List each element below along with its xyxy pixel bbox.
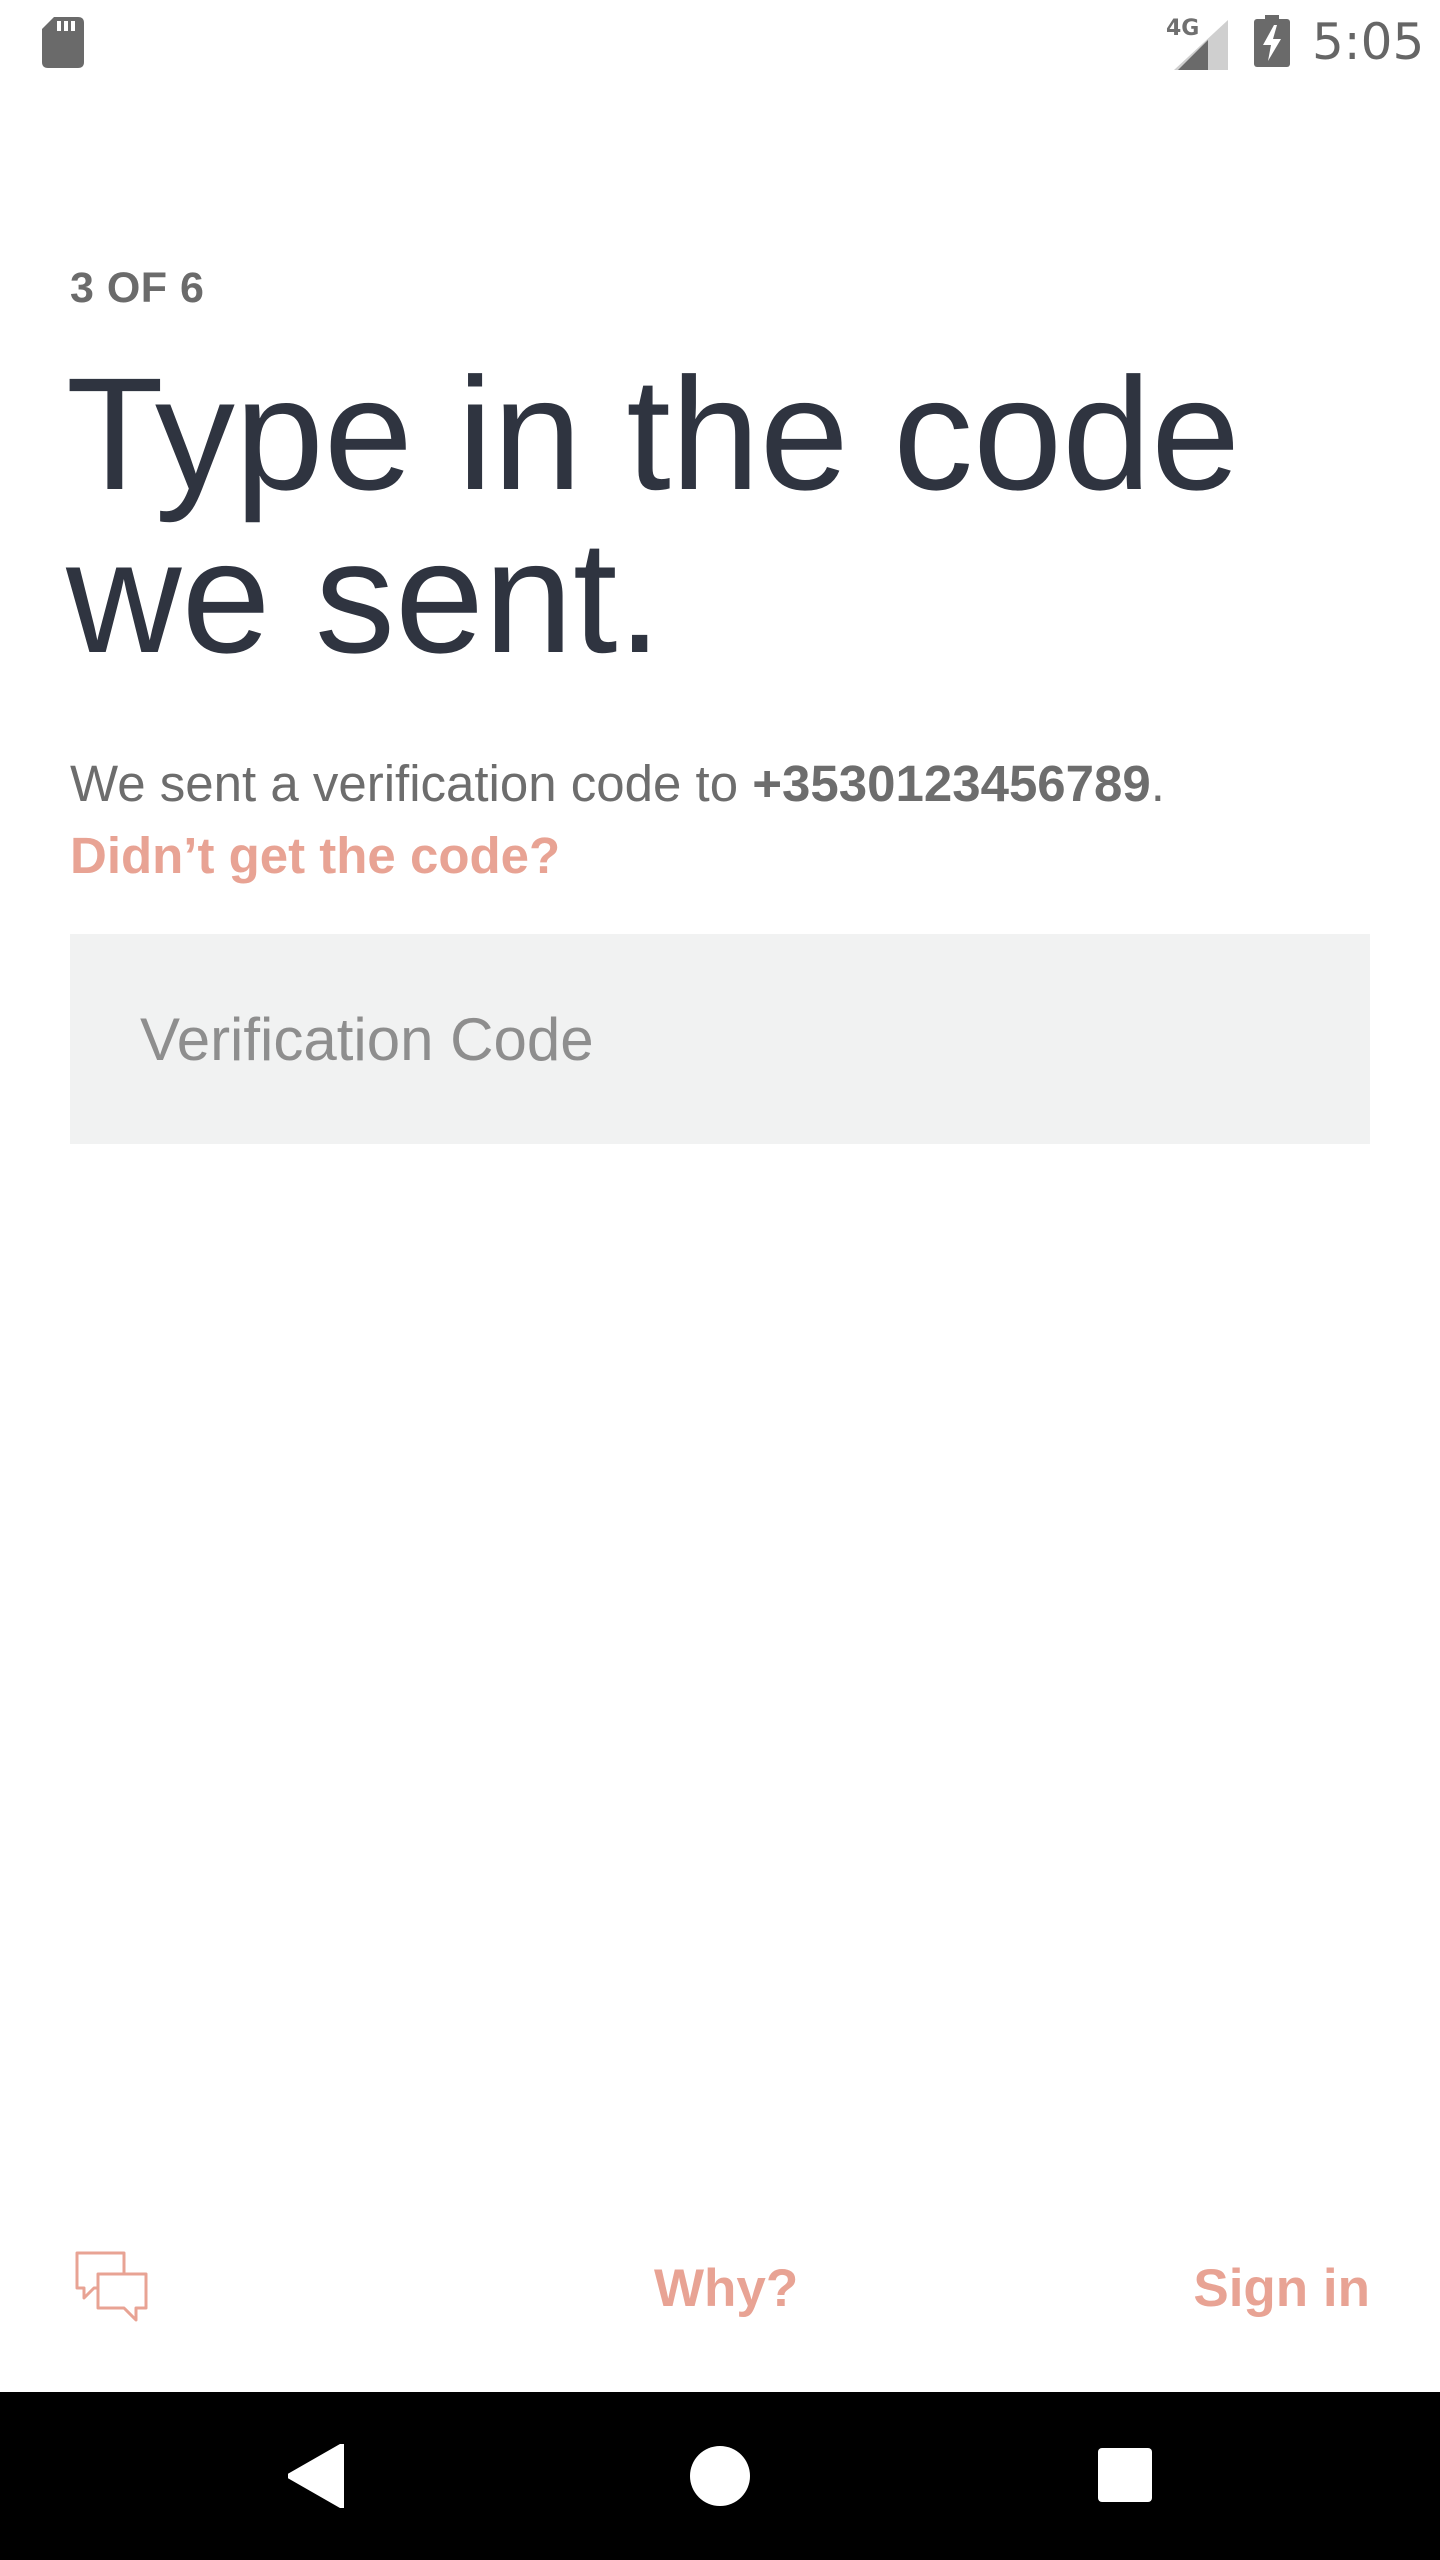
- verification-code-input[interactable]: [70, 934, 1370, 1144]
- status-bar: 4G 5:05: [0, 0, 1440, 84]
- sd-card-icon: [42, 17, 84, 68]
- home-icon[interactable]: [690, 2446, 750, 2506]
- status-clock: 5:05: [1312, 13, 1425, 71]
- battery-charging-icon: [1254, 15, 1290, 67]
- why-button[interactable]: Why?: [654, 2258, 798, 2319]
- sign-in-button[interactable]: Sign in: [1193, 2258, 1370, 2319]
- description-suffix: .: [1150, 755, 1165, 812]
- step-indicator: 3 OF 6: [70, 264, 205, 312]
- verification-description: We sent a verification code to +35301234…: [70, 754, 1165, 813]
- description-prefix: We sent a verification code to: [70, 755, 753, 812]
- resend-code-link[interactable]: Didn’t get the code?: [70, 826, 560, 885]
- page-title: Type in the code we sent.: [66, 352, 1366, 678]
- navigation-bar: [0, 2392, 1440, 2560]
- recents-icon[interactable]: [1098, 2448, 1152, 2502]
- chat-bubbles-icon[interactable]: [74, 2250, 150, 2326]
- phone-number: +3530123456789: [752, 755, 1151, 812]
- page-title-line-2: we sent.: [66, 507, 662, 686]
- page-title-line-1: Type in the code: [66, 344, 1241, 523]
- signal-icon: [1174, 20, 1228, 70]
- back-icon[interactable]: [288, 2444, 344, 2508]
